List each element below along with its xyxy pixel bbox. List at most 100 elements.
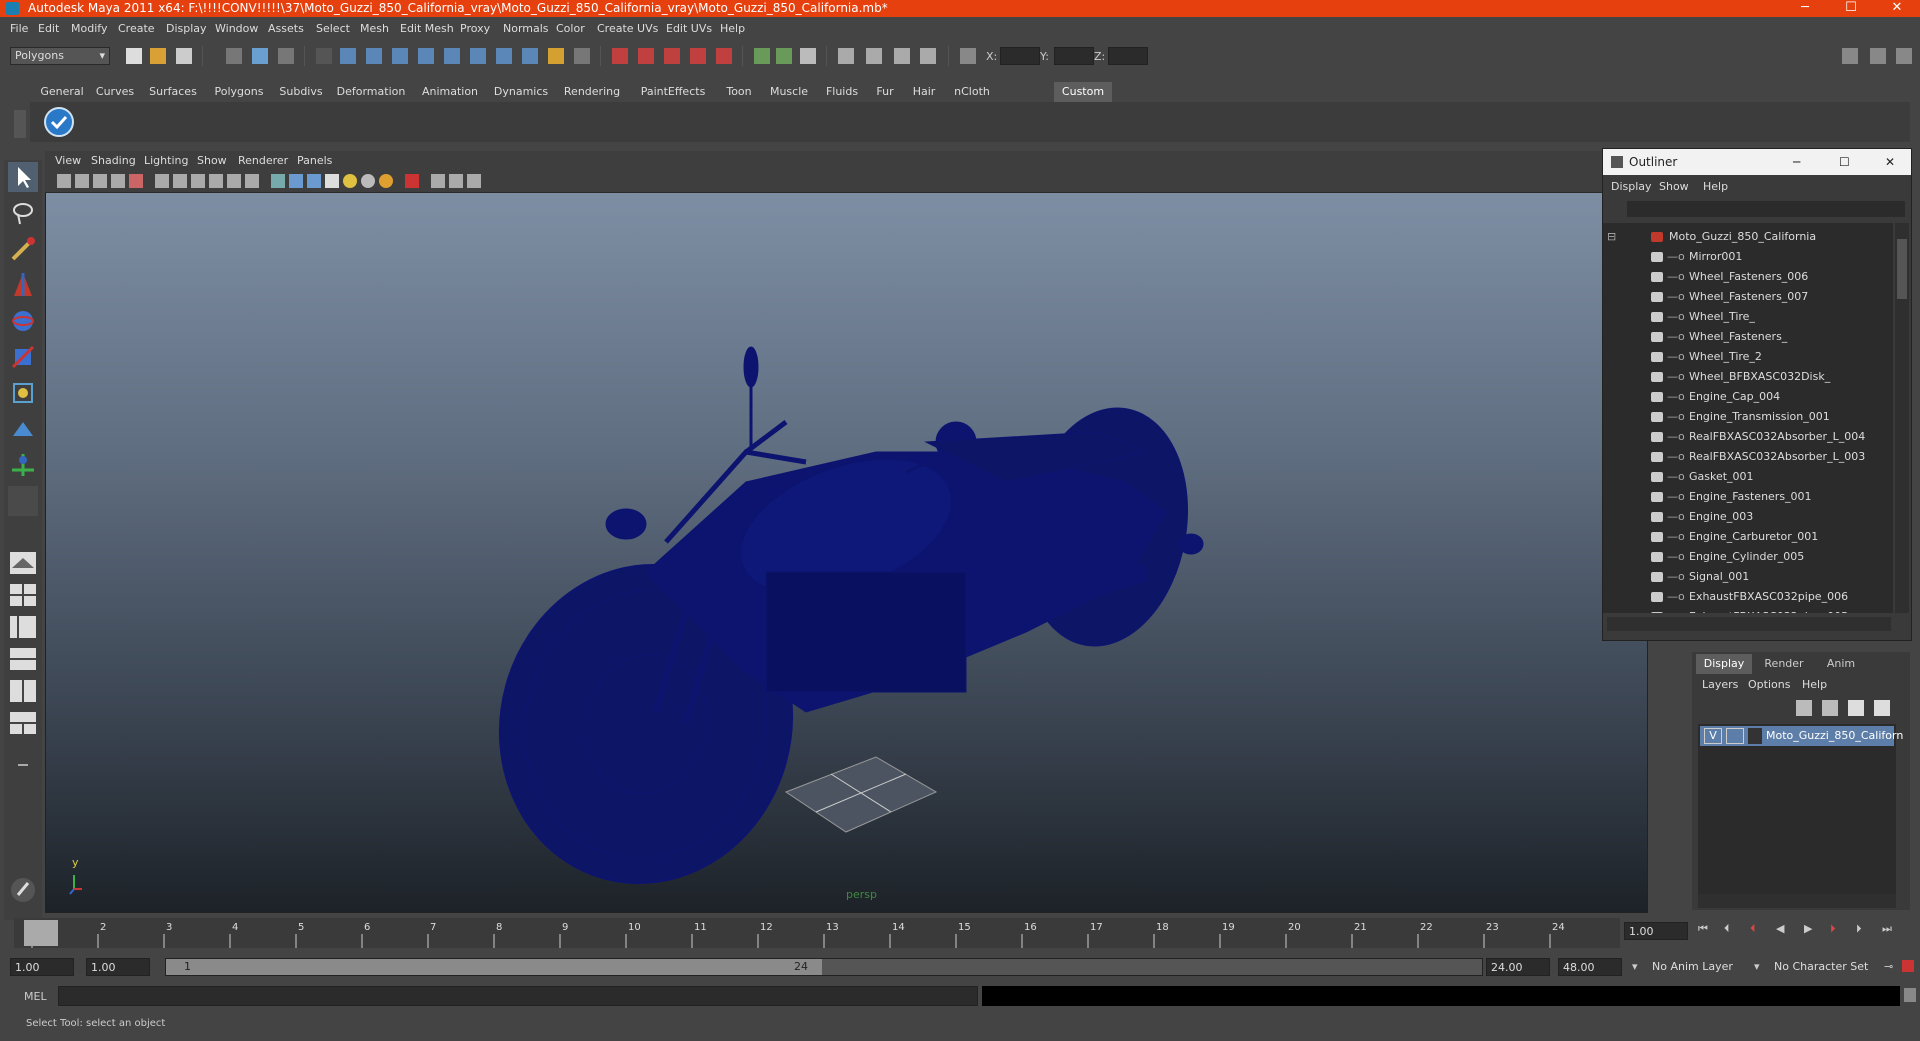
outliner-item[interactable]: —o RealFBXASC032Absorber_L_004 — [1603, 427, 1893, 447]
xray-icon[interactable] — [431, 174, 445, 188]
vp-menu-panels[interactable]: Panels — [297, 154, 332, 167]
collapse-icon[interactable]: ⊟ — [1607, 227, 1616, 247]
outliner-layout-icon[interactable] — [8, 708, 38, 738]
new-layer-icon[interactable] — [1848, 700, 1864, 716]
outliner-scroll-thumb[interactable] — [1897, 239, 1907, 299]
vp-menu-view[interactable]: View — [55, 154, 81, 167]
layer-tab-display[interactable]: Display — [1696, 654, 1752, 674]
maximize-button[interactable]: ☐ — [1828, 0, 1874, 17]
outliner-scrollbar[interactable] — [1895, 223, 1909, 613]
menu-file[interactable]: File — [10, 22, 28, 35]
auto-key-icon[interactable] — [1902, 960, 1914, 972]
show-manipulator-icon[interactable] — [8, 450, 38, 480]
key-icon[interactable]: ⊸ — [1884, 960, 1893, 973]
outliner-minimize-button[interactable]: ─ — [1793, 149, 1800, 175]
render-settings-icon[interactable] — [920, 48, 936, 64]
layers-menu-layers[interactable]: Layers — [1702, 678, 1738, 691]
bookmark-icon[interactable] — [93, 174, 107, 188]
ol-menu-display[interactable]: Display — [1611, 180, 1652, 193]
menu-create[interactable]: Create — [118, 22, 155, 35]
output-ops-icon[interactable] — [776, 48, 792, 64]
layers-menu-options[interactable]: Options — [1748, 678, 1790, 691]
outliner-item[interactable]: ⊟ Moto_Guzzi_850_California — [1603, 227, 1893, 247]
rotate-tool-icon[interactable] — [8, 306, 38, 336]
select-surfaces-icon[interactable] — [418, 48, 434, 64]
chevron-down-icon[interactable] — [316, 48, 332, 64]
gate-mask-icon[interactable] — [209, 174, 223, 188]
wireframe-on-shaded-icon[interactable] — [307, 174, 321, 188]
menu-edit-mesh[interactable]: Edit Mesh — [400, 22, 454, 35]
layer-type-toggle[interactable] — [1726, 728, 1744, 744]
soft-mod-tool-icon[interactable] — [8, 414, 38, 444]
paint-select-tool-icon[interactable] — [8, 234, 38, 264]
move-layer-down-icon[interactable] — [1822, 700, 1838, 716]
shelf-tab-surfaces[interactable]: Surfaces — [142, 82, 204, 102]
camera-attributes-icon[interactable] — [75, 174, 89, 188]
new-layer-selected-icon[interactable] — [1874, 700, 1890, 716]
image-plane-icon[interactable] — [111, 174, 125, 188]
outliner-item[interactable]: —o Wheel_Fasteners_007 — [1603, 287, 1893, 307]
menu-display[interactable]: Display — [166, 22, 207, 35]
xray-components-icon[interactable] — [467, 174, 481, 188]
shelf-tab-fluids[interactable]: Fluids — [818, 82, 866, 102]
layout-options-icon[interactable] — [8, 750, 38, 780]
universal-manipulator-icon[interactable] — [8, 378, 38, 408]
shelf-tab-painteffects[interactable]: PaintEffects — [630, 82, 716, 102]
default-lighting-icon[interactable] — [343, 174, 357, 188]
scale-tool-icon[interactable] — [8, 342, 38, 372]
outliner-item[interactable]: —o RealFBXASC032Absorber_L_003 — [1603, 447, 1893, 467]
hypershade-layout-icon[interactable] — [8, 676, 38, 706]
ol-menu-show[interactable]: Show — [1659, 180, 1689, 193]
outliner-item[interactable]: —o Engine_Cylinder_005 — [1603, 547, 1893, 567]
two-d-pan-zoom-icon[interactable] — [129, 174, 143, 188]
select-camera-icon[interactable] — [57, 174, 71, 188]
menu-edit[interactable]: Edit — [38, 22, 59, 35]
range-slider-handle[interactable]: 1 24 — [166, 959, 822, 975]
character-set-selector[interactable]: No Character Set — [1770, 958, 1882, 976]
select-dynamics-icon[interactable] — [470, 48, 486, 64]
construction-history-icon[interactable] — [800, 48, 816, 64]
script-editor-icon[interactable] — [1904, 988, 1916, 1002]
select-rendering-icon[interactable] — [496, 48, 512, 64]
ipr-render-icon[interactable] — [894, 48, 910, 64]
step-back-key-icon[interactable]: ⏴ — [1724, 922, 1730, 936]
mode-selector[interactable]: Polygons ▾ — [10, 47, 110, 65]
show-attribute-editor-icon[interactable] — [1842, 48, 1858, 64]
last-used-tool-icon[interactable] — [8, 486, 38, 516]
select-handles-icon[interactable] — [340, 48, 356, 64]
range-slider[interactable]: 1 24 — [165, 958, 1483, 976]
select-component-icon[interactable] — [278, 48, 294, 64]
menu-color[interactable]: Color — [556, 22, 585, 35]
menu-modify[interactable]: Modify — [71, 22, 107, 35]
show-channel-box-icon[interactable] — [1896, 48, 1912, 64]
shelf-tab-deformation[interactable]: Deformation — [330, 82, 412, 102]
outliner-filter-field[interactable] — [1627, 201, 1905, 217]
smooth-shading-icon[interactable] — [289, 174, 303, 188]
shelf-tab-subdivs[interactable]: Subdivs — [274, 82, 328, 102]
menu-edit-uvs[interactable]: Edit UVs — [666, 22, 712, 35]
snap-grid-icon[interactable] — [612, 48, 628, 64]
outliner-maximize-button[interactable]: ☐ — [1839, 149, 1850, 175]
layer-h-scrollbar[interactable] — [1698, 894, 1896, 908]
menu-proxy[interactable]: Proxy — [460, 22, 490, 35]
x-field[interactable] — [1000, 47, 1040, 65]
go-to-start-icon[interactable]: ⏮ — [1698, 922, 1708, 936]
go-to-end-icon[interactable]: ⏭ — [1882, 922, 1892, 936]
menu-mesh[interactable]: Mesh — [360, 22, 389, 35]
outliner-item[interactable]: —o Wheel_Fasteners_ — [1603, 327, 1893, 347]
shadows-icon[interactable] — [361, 174, 375, 188]
minimize-button[interactable]: ─ — [1782, 0, 1828, 17]
anim-layer-selector[interactable]: No Anim Layer — [1648, 958, 1748, 976]
paint-weights-icon[interactable] — [8, 875, 38, 905]
select-curves-icon[interactable] — [392, 48, 408, 64]
show-tool-settings-icon[interactable] — [1870, 48, 1886, 64]
z-field[interactable] — [1108, 47, 1148, 65]
time-slider[interactable]: 123456789101112131415161718192021222324 — [14, 918, 1620, 948]
vp-menu-shading[interactable]: Shading — [91, 154, 136, 167]
shelf-tab-custom[interactable]: Custom — [1054, 82, 1112, 102]
shelf-tab-polygons[interactable]: Polygons — [206, 82, 272, 102]
select-joints-icon[interactable] — [366, 48, 382, 64]
shelf-tab-ncloth[interactable]: nCloth — [946, 82, 998, 102]
select-tool-icon[interactable] — [8, 162, 38, 192]
shelf-tab-fur[interactable]: Fur — [868, 82, 902, 102]
